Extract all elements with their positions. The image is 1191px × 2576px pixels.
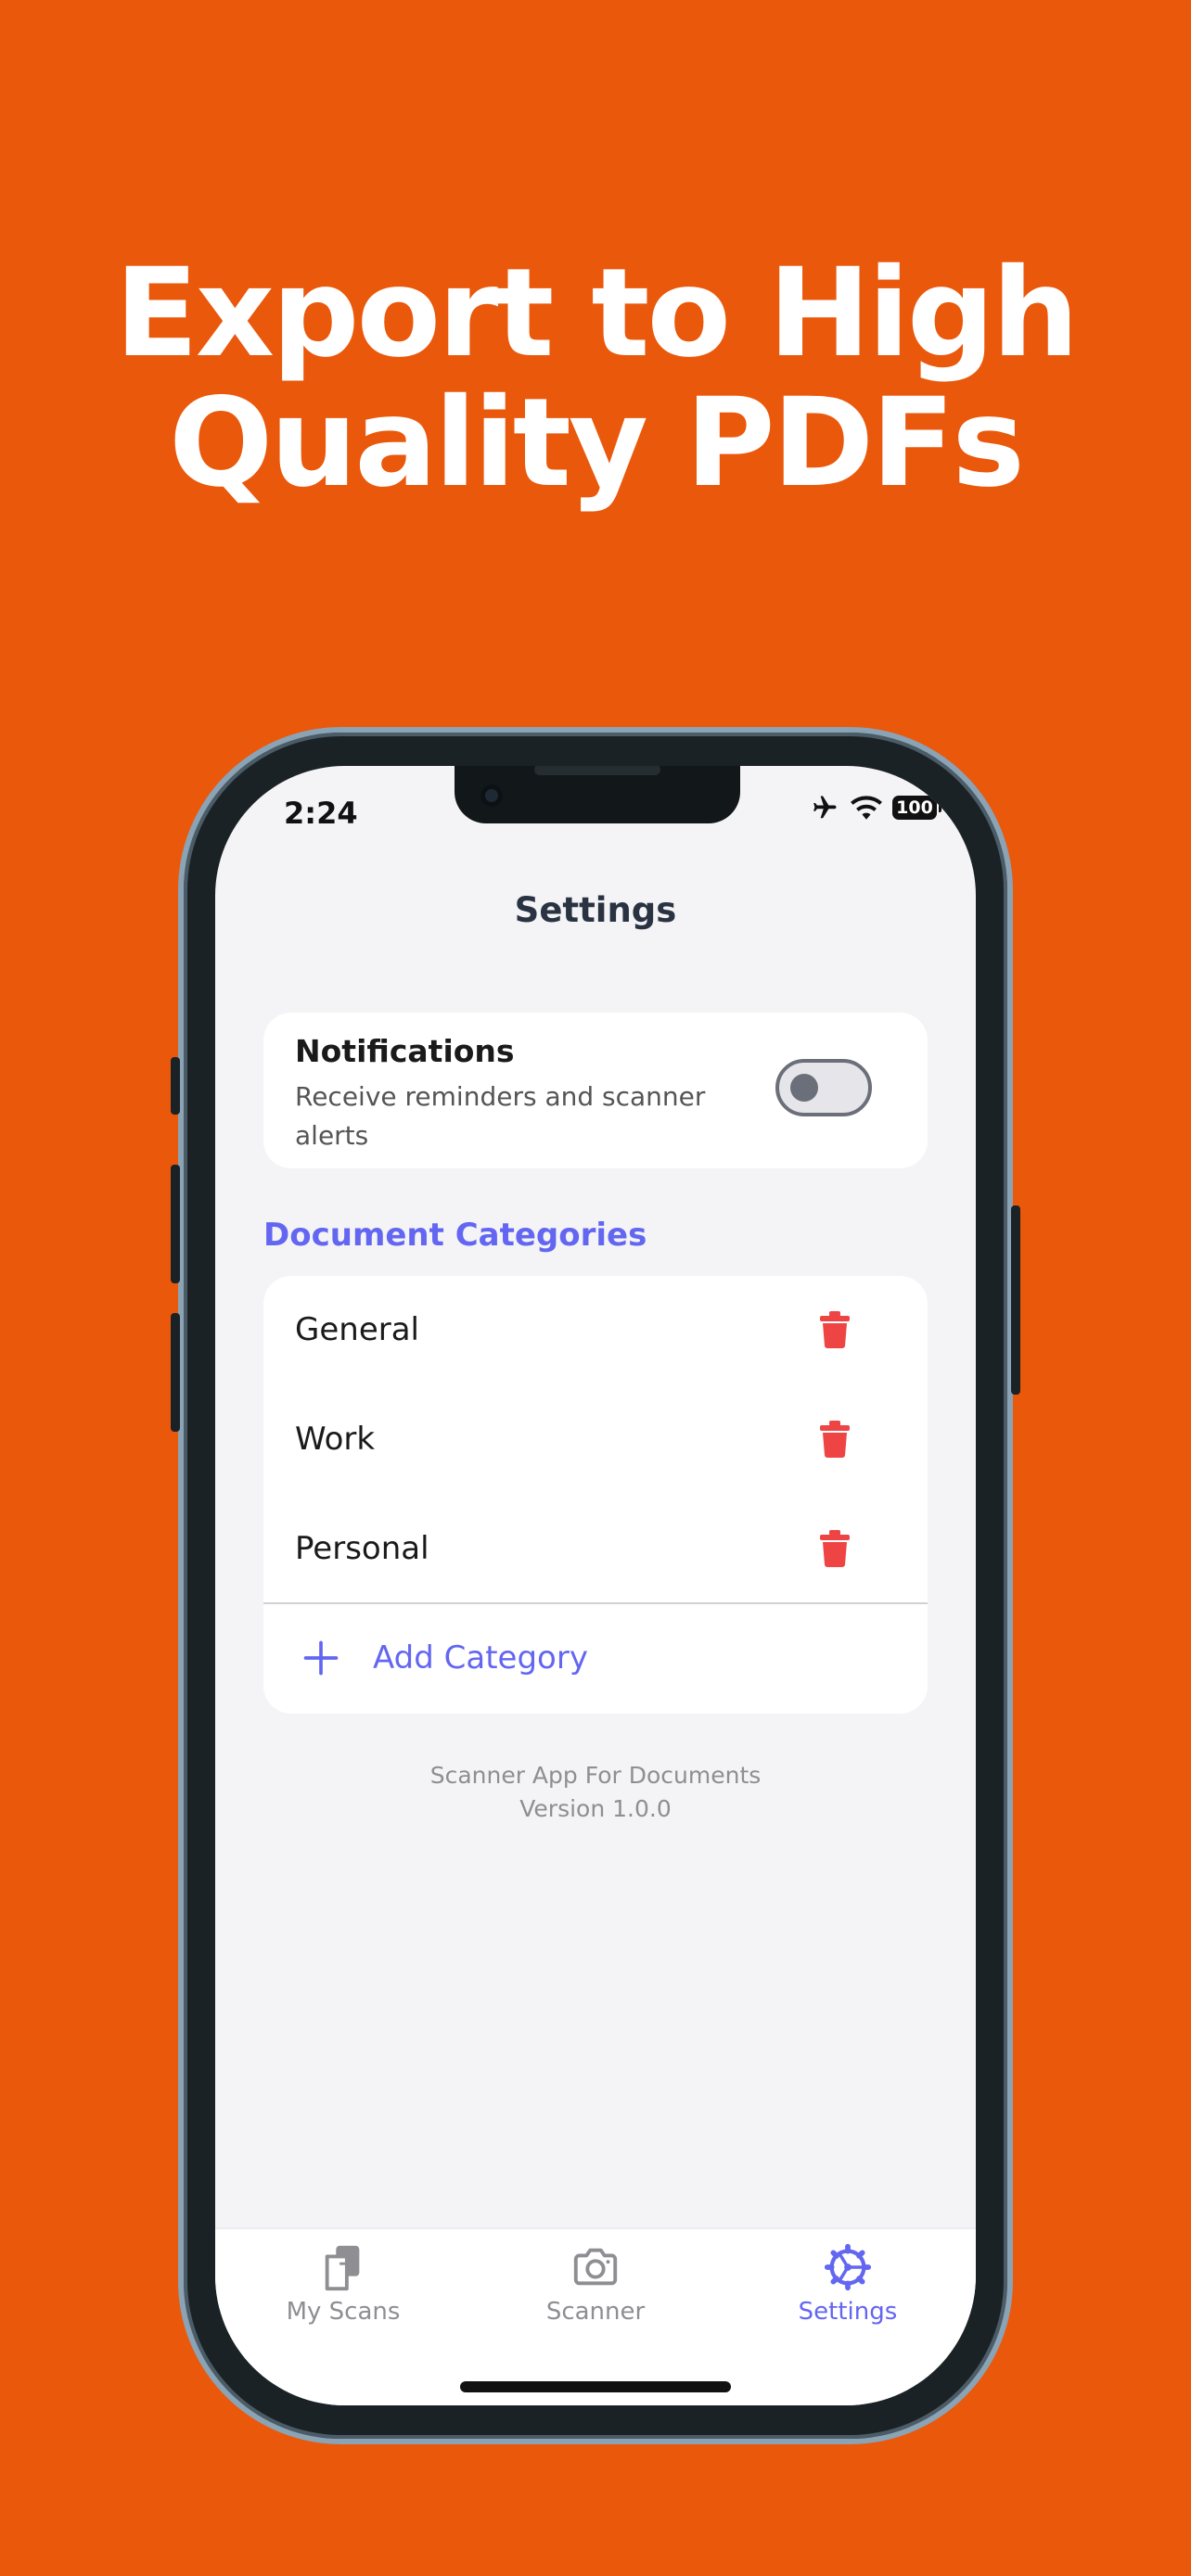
tab-label: My Scans (286, 2298, 401, 2326)
front-camera (480, 784, 503, 807)
notifications-card: Notifications Receive reminders and scan… (263, 1013, 928, 1168)
gear-icon (824, 2243, 872, 2291)
power-button (1011, 1205, 1020, 1395)
tab-label: Settings (798, 2298, 898, 2326)
category-row: Personal (263, 1495, 928, 1604)
categories-header: Document Categories (263, 1217, 647, 1254)
trash-icon[interactable] (820, 1311, 850, 1348)
tab-label: Scanner (545, 2298, 646, 2326)
category-row: General (263, 1276, 928, 1385)
categories-card: General Work Personal Add Category (263, 1276, 928, 1714)
category-label: Personal (295, 1530, 429, 1567)
category-label: Work (295, 1421, 376, 1458)
camera-icon (573, 2248, 618, 2286)
category-row: Work (263, 1385, 928, 1495)
tab-settings[interactable]: Settings (755, 2242, 941, 2326)
notifications-toggle[interactable] (775, 1059, 872, 1116)
version-text: Version 1.0.0 (519, 1795, 672, 1822)
phone-screen: 2:24 100 Settings Notifications Receive … (215, 766, 976, 2405)
plus-icon (303, 1640, 339, 1676)
add-category-button[interactable]: Add Category (263, 1604, 928, 1714)
home-indicator (460, 2381, 731, 2392)
speaker (534, 766, 660, 775)
headline-line-2: Quality PDFs (169, 372, 1025, 515)
app-name-text: Scanner App For Documents (429, 1762, 762, 1789)
notch (455, 766, 740, 823)
volume-up-button (171, 1165, 180, 1283)
tab-bar: My Scans Scanner Settings (215, 2227, 976, 2405)
tab-scanner[interactable]: Scanner (503, 2242, 688, 2326)
add-category-label: Add Category (373, 1639, 588, 1677)
headline: Export to High Quality PDFs (0, 249, 1191, 508)
status-time: 2:24 (284, 796, 358, 831)
headline-line-1: Export to High (114, 242, 1080, 385)
document-stack-icon (325, 2245, 360, 2291)
toggle-knob (790, 1074, 818, 1102)
category-label: General (295, 1311, 419, 1348)
volume-down-button (171, 1313, 180, 1432)
status-icons: 100 (809, 794, 941, 822)
mute-switch (171, 1057, 180, 1115)
trash-icon[interactable] (820, 1421, 850, 1458)
notifications-title: Notifications (295, 1033, 515, 1069)
airplane-icon (813, 796, 837, 819)
notifications-description: Receive reminders and scanner alerts (295, 1081, 706, 1151)
wifi-icon (851, 796, 882, 820)
battery-indicator: 100 (892, 796, 941, 820)
tab-my-scans[interactable]: My Scans (250, 2242, 436, 2326)
trash-icon[interactable] (820, 1530, 850, 1567)
page-title: Settings (514, 890, 677, 930)
